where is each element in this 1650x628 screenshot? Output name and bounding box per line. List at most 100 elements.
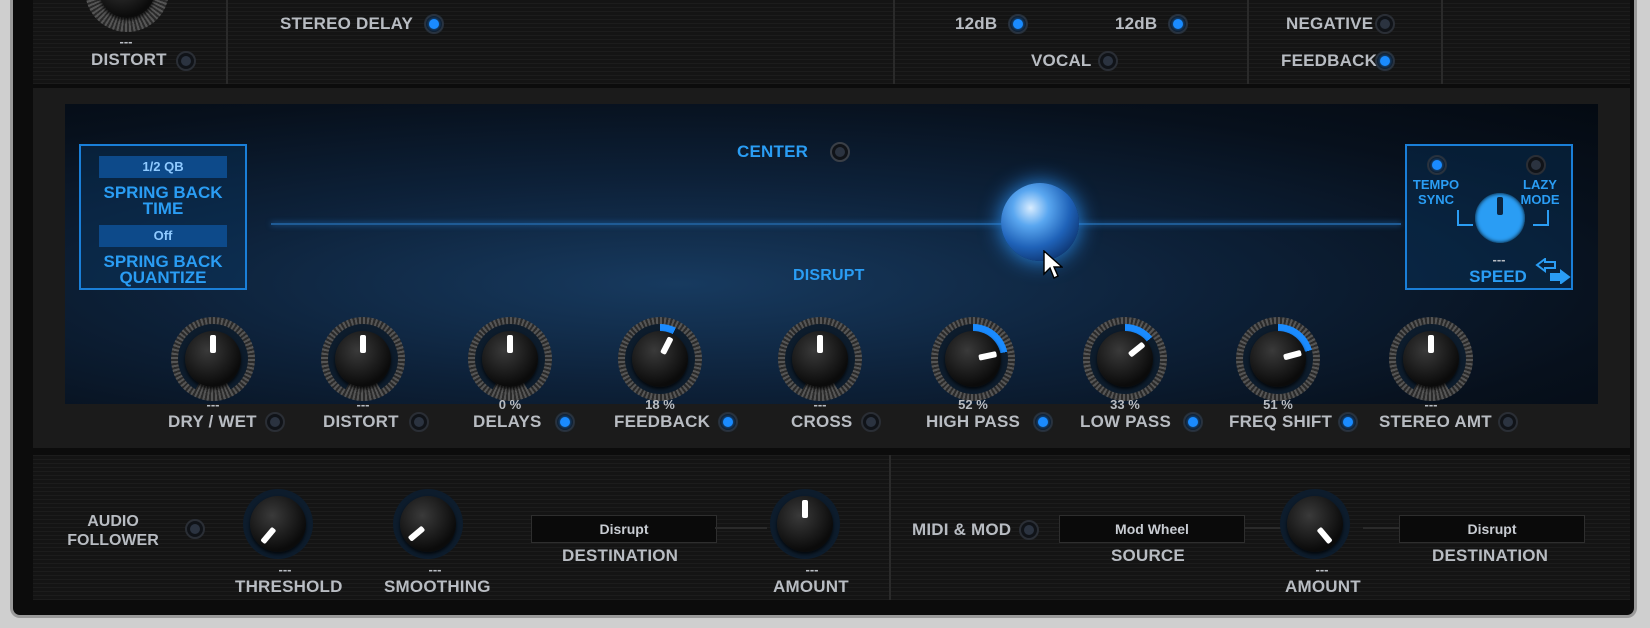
disrupt-label: DISRUPT [793,267,865,284]
distort-value: --- [356,397,370,412]
tempo-sync-label-1: TEMPO [1412,177,1460,192]
threshold-value: --- [278,562,292,577]
dry-wet-knob[interactable] [171,317,255,401]
speed-label: SPEED [1469,267,1527,286]
knob-pointer [360,335,366,353]
speed-bracket-right [1533,210,1549,226]
speed-knob[interactable] [1475,193,1525,243]
lazy-mode-led[interactable] [1526,155,1546,175]
feedback-led[interactable] [718,412,738,432]
cross-knob[interactable] [778,317,862,401]
mod-destination-box[interactable]: Disrupt [1399,515,1585,543]
disrupt-orb[interactable] [1001,183,1079,261]
dry-wet-value: --- [206,397,220,412]
stereo-delay-led[interactable] [424,14,444,34]
knob-pointer [507,335,513,353]
speed-bracket-left [1457,210,1473,226]
vocal-label: VOCAL [1031,51,1092,70]
connector-line [1245,527,1281,529]
knob-pointer [1428,335,1434,353]
cross-led[interactable] [861,412,881,432]
distort-label: DISTORT [323,412,399,431]
knob-pointer [802,500,808,518]
follower-amount-label: AMOUNT [773,577,849,596]
top-distort-led[interactable] [176,51,196,71]
plugin-window: --- DISTORT STEREO DELAY 12dB 12dB VOCAL… [10,0,1637,618]
audio-follower-label-2: FOLLOWER [67,532,159,549]
db-right-led[interactable] [1168,14,1188,34]
divider [1441,0,1443,84]
follower-destination-box[interactable]: Disrupt [531,515,717,543]
delays-label: DELAYS [473,412,542,431]
freq-shift-knob[interactable] [1236,317,1320,401]
tempo-sync-label-2: SYNC [1417,192,1455,207]
delays-led[interactable] [555,412,575,432]
feedback-knob[interactable] [618,317,702,401]
top-distort-value: --- [119,34,133,49]
stereo-amt-label: STEREO AMT [1379,412,1492,431]
divider [1247,0,1249,84]
low-pass-value: 33 % [1110,397,1140,412]
db-right-label: 12dB [1115,14,1158,33]
feedback-top-led[interactable] [1375,51,1395,71]
db-left-led[interactable] [1008,14,1028,34]
follower-amount-value: --- [805,562,819,577]
high-pass-label: HIGH PASS [926,412,1021,431]
dry-wet-led[interactable] [265,412,285,432]
knob-cap [1250,331,1306,387]
distort-led[interactable] [409,412,429,432]
tempo-sync-led[interactable] [1427,155,1447,175]
mod-destination-label: DESTINATION [1432,546,1549,565]
feedback-value: 18 % [645,397,675,412]
spring-back-time-value[interactable]: 1/2 QB [99,156,227,178]
midi-mod-label: MIDI & MOD [912,520,1012,539]
cross-value: --- [813,397,827,412]
mod-amount-label: AMOUNT [1285,577,1361,596]
disrupt-track-line [271,223,1401,225]
freq-shift-value: 51 % [1263,397,1293,412]
freq-shift-led[interactable] [1338,412,1358,432]
feedback-label: FEEDBACK [614,412,711,431]
spring-back-quantize-value[interactable]: Off [99,225,227,247]
stereo-delay-label: STEREO DELAY [280,14,414,33]
distort-knob[interactable] [321,317,405,401]
knob-cap [1097,331,1153,387]
knob-cap [400,496,456,552]
speed-value: --- [1492,252,1506,267]
midi-mod-led[interactable] [1019,520,1039,540]
lazy-mode-label-1: LAZY [1523,177,1557,192]
stereo-amt-value: --- [1424,397,1438,412]
audio-follower-label-1: AUDIO [87,513,139,530]
vocal-led[interactable] [1098,51,1118,71]
low-pass-label: LOW PASS [1080,412,1172,431]
divider [893,0,895,84]
mod-amount-value: --- [1315,562,1329,577]
center-led[interactable] [830,142,850,162]
stereo-amt-led[interactable] [1498,412,1518,432]
swap-arrows-icon[interactable] [1535,258,1571,284]
connector-line [1363,527,1399,529]
negative-led[interactable] [1375,14,1395,34]
audio-follower-led[interactable] [185,519,205,539]
mod-source-box[interactable]: Mod Wheel [1059,515,1245,543]
low-pass-led[interactable] [1183,412,1203,432]
delays-knob[interactable] [468,317,552,401]
follower-destination-label: DESTINATION [562,546,679,565]
threshold-label: THRESHOLD [235,577,343,596]
knob-pointer [817,335,823,353]
freq-shift-label: FREQ SHIFT [1229,412,1333,431]
spring-back-time-label-2: TIME [142,199,184,218]
top-section [33,0,1630,84]
divider [889,455,891,600]
high-pass-led[interactable] [1033,412,1053,432]
top-distort-knob[interactable] [85,0,169,32]
low-pass-knob[interactable] [1083,317,1167,401]
cross-label: CROSS [791,412,853,431]
smoothing-label: SMOOTHING [384,577,491,596]
spring-back-quantize-label-2: QUANTIZE [119,268,207,287]
high-pass-knob[interactable] [931,317,1015,401]
db-left-label: 12dB [955,14,998,33]
stereo-amt-knob[interactable] [1389,317,1473,401]
center-label: CENTER [737,142,809,161]
high-pass-value: 52 % [958,397,988,412]
